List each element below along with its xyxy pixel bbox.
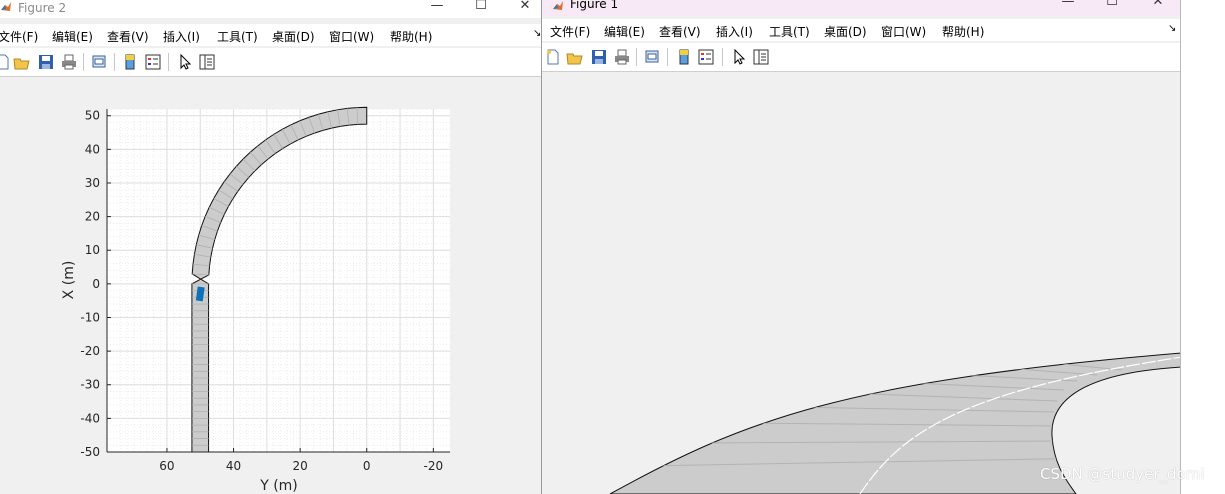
print-icon[interactable]	[613, 48, 631, 66]
colorbar-icon[interactable]	[675, 48, 693, 66]
property-inspector-icon[interactable]	[198, 53, 216, 71]
toolbar-separator	[667, 48, 668, 66]
new-figure-icon[interactable]	[544, 48, 562, 66]
toolbar-separator	[168, 53, 169, 71]
figure1-menubar: 文件(F) 编辑(E) 查看(V) 插入(I) 工具(T) 桌面(D) 窗口(W…	[542, 19, 1180, 41]
menu-help[interactable]: 帮助(H)	[942, 23, 984, 40]
y-tick-label: -30	[80, 378, 100, 392]
figure2-window: Figure 2 — ☐ ✕ 文件(F) 编辑(E) 查看(V) 插入(I) 工…	[0, 0, 541, 494]
figure1-window: Figure 1 — ☐ ✕ 文件(F) 编辑(E) 查看(V) 插入(I) 工…	[541, 0, 1181, 494]
y-tick-label: 10	[85, 243, 100, 257]
maximize-button[interactable]: ☐	[466, 0, 496, 16]
dock-arrow-icon[interactable]: ↘	[533, 28, 541, 39]
property-inspector-icon[interactable]	[752, 48, 770, 66]
menu-desktop[interactable]: 桌面(D)	[272, 28, 315, 45]
close-button[interactable]: ✕	[1143, 0, 1173, 12]
y-tick-label: 20	[85, 210, 100, 224]
minimize-button[interactable]: —	[422, 0, 452, 16]
menu-tools[interactable]: 工具(T)	[769, 23, 810, 40]
matlab-logo-icon	[553, 1, 563, 10]
y-tick-label: 50	[85, 109, 100, 123]
menu-edit[interactable]: 编辑(E)	[52, 28, 93, 45]
toolbar-separator	[83, 53, 84, 71]
x-tick-label: 20	[293, 459, 308, 473]
watermark-text: CSDN @studyer_domi	[1040, 465, 1205, 483]
menu-tools[interactable]: 工具(T)	[217, 28, 258, 45]
menu-view[interactable]: 查看(V)	[107, 28, 149, 45]
figure1-titlebar: Figure 1 — ☐ ✕	[542, 0, 1180, 16]
y-tick-label: 0	[92, 277, 100, 291]
x-axis-label: Y (m)	[259, 478, 298, 494]
legend-icon[interactable]	[697, 48, 715, 66]
new-figure-icon[interactable]	[0, 53, 12, 71]
y-tick-label: -10	[80, 310, 100, 324]
menu-edit[interactable]: 编辑(E)	[604, 23, 645, 40]
chase-camera-view[interactable]	[542, 71, 1181, 494]
menu-window[interactable]: 窗口(W)	[881, 23, 926, 40]
figure2-title: Figure 2	[18, 1, 67, 15]
y-tick-label: -40	[80, 411, 100, 425]
plot-area	[107, 109, 450, 452]
menu-window[interactable]: 窗口(W)	[329, 28, 374, 45]
open-file-icon[interactable]	[566, 48, 584, 66]
y-axis-ticks: 50 40 30 20 10 0 -10 -20 -30 -40 -50	[80, 109, 111, 459]
figure1-title: Figure 1	[570, 0, 619, 11]
open-file-icon[interactable]	[13, 53, 31, 71]
colorbar-icon[interactable]	[121, 53, 139, 71]
birds-eye-plot[interactable]: 50 40 30 20 10 0 -10 -20 -30 -40 -50 60 40 20 0 -20 Y …	[0, 77, 541, 494]
y-tick-label: 40	[85, 142, 100, 156]
toolbar-separator	[722, 48, 723, 66]
maximize-button[interactable]: ☐	[1097, 0, 1127, 12]
figure2-menubar: 文件(F) 编辑(E) 查看(V) 插入(I) 工具(T) 桌面(D) 窗口(W…	[0, 24, 541, 46]
x-tick-label: -20	[424, 459, 444, 473]
edit-plot-pointer-icon[interactable]	[730, 48, 748, 66]
save-icon[interactable]	[590, 48, 608, 66]
menu-view[interactable]: 查看(V)	[659, 23, 701, 40]
menu-desktop[interactable]: 桌面(D)	[824, 23, 867, 40]
y-axis-label: X (m)	[61, 261, 77, 300]
menu-insert[interactable]: 插入(I)	[716, 23, 753, 40]
y-tick-label: 30	[85, 176, 100, 190]
close-button[interactable]: ✕	[510, 0, 540, 16]
dock-arrow-icon[interactable]: ↘	[1168, 23, 1176, 34]
x-tick-label: 40	[226, 459, 241, 473]
figure2-titlebar: Figure 2 — ☐ ✕	[0, 0, 541, 18]
y-tick-label: -20	[80, 344, 100, 358]
matlab-logo-icon	[1, 2, 11, 11]
link-plot-icon[interactable]	[643, 48, 661, 66]
menu-file[interactable]: 文件(F)	[550, 23, 590, 40]
toolbar-separator	[636, 48, 637, 66]
figure1-toolbar	[542, 43, 1180, 72]
legend-icon[interactable]	[144, 53, 162, 71]
save-icon[interactable]	[37, 53, 55, 71]
toolbar-separator	[114, 53, 115, 71]
menu-insert[interactable]: 插入(I)	[163, 28, 200, 45]
menu-help[interactable]: 帮助(H)	[390, 28, 432, 45]
edit-plot-pointer-icon[interactable]	[176, 53, 194, 71]
x-tick-label: 0	[363, 459, 371, 473]
menu-file[interactable]: 文件(F)	[0, 28, 38, 45]
minimize-button[interactable]: —	[1053, 0, 1083, 12]
y-tick-label: -50	[80, 445, 100, 459]
link-plot-icon[interactable]	[90, 53, 108, 71]
figure2-toolbar	[0, 48, 541, 77]
x-tick-label: 60	[159, 459, 174, 473]
desktop-background	[1181, 0, 1225, 494]
print-icon[interactable]	[60, 53, 78, 71]
